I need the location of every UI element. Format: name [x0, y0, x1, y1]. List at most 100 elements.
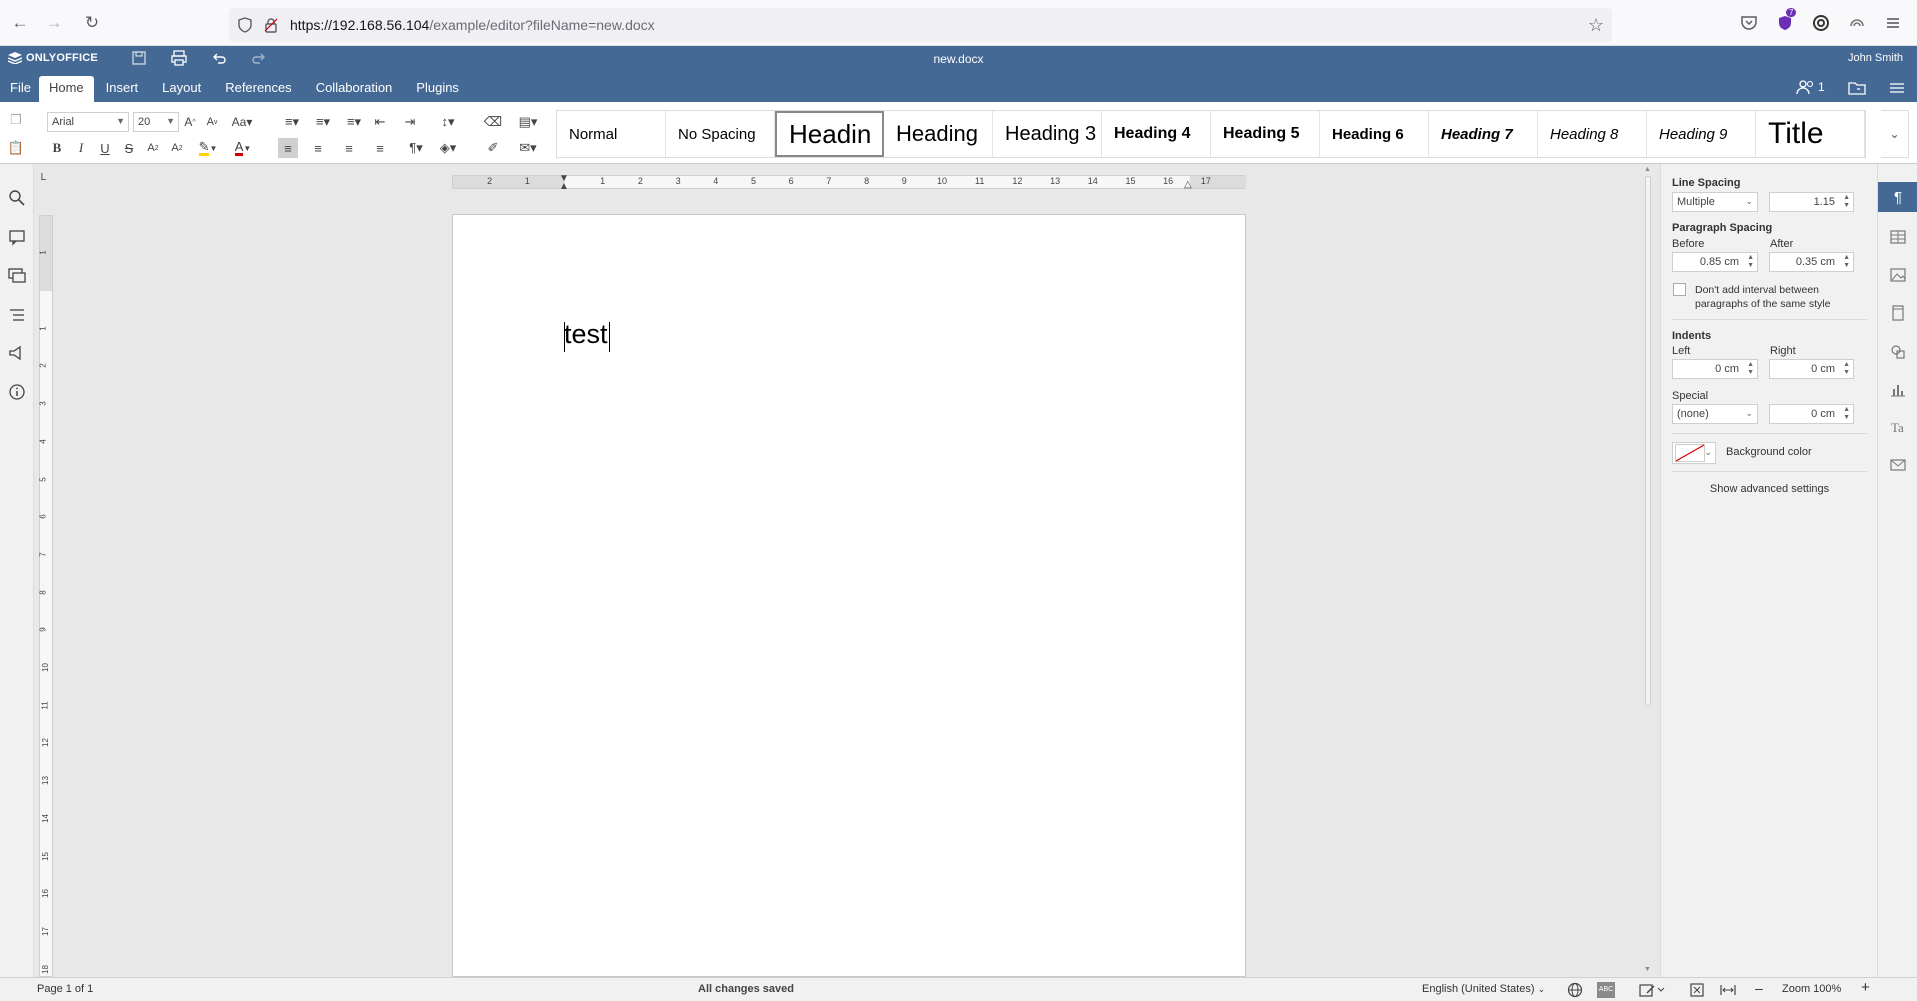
special-indent-by-input[interactable]: 0 cm ▲ ▼: [1769, 404, 1854, 424]
spinner-icon[interactable]: ▲ ▼: [1843, 406, 1850, 422]
navigation-icon[interactable]: [7, 305, 27, 325]
tab-file[interactable]: File: [0, 76, 39, 100]
zoom-level[interactable]: Zoom 100%: [1782, 983, 1841, 995]
text-art-settings-icon[interactable]: Ta: [1888, 417, 1908, 437]
horizontal-ruler[interactable]: 2 1 1 2 3 4 5 6 7 8 9 10 11 12 13 14 15 16 17 ▼ ▲ △: [452, 173, 1246, 192]
font-color-icon[interactable]: A ▼: [228, 138, 258, 158]
dont-add-interval-checkbox[interactable]: [1673, 283, 1686, 296]
bookmark-star-icon[interactable]: ☆: [1588, 15, 1604, 36]
show-advanced-settings-link[interactable]: Show advanced settings: [1672, 483, 1867, 495]
styles-expand-button[interactable]: ⌄: [1881, 110, 1909, 158]
extension-2-icon[interactable]: [1812, 14, 1830, 32]
chart-settings-icon[interactable]: [1888, 379, 1908, 399]
nonprinting-characters-icon[interactable]: ¶▾: [402, 138, 430, 158]
style-normal[interactable]: Normal: [557, 111, 666, 157]
feedback-icon[interactable]: [7, 343, 27, 363]
browser-menu-icon[interactable]: [1884, 14, 1902, 32]
language-select[interactable]: English (United States) ⌄: [1422, 983, 1545, 995]
style-heading-4[interactable]: Heading 4: [1102, 111, 1211, 157]
pocket-icon[interactable]: [1740, 14, 1758, 32]
mail-merge-settings-icon[interactable]: [1888, 455, 1908, 475]
superscript-icon[interactable]: A2: [143, 138, 163, 158]
special-indent-select[interactable]: (none) ⌄: [1672, 404, 1758, 424]
about-icon[interactable]: [7, 382, 27, 402]
decrease-font-icon[interactable]: Av: [202, 112, 222, 132]
back-icon[interactable]: ←: [10, 13, 30, 33]
page-info[interactable]: Page 1 of 1: [37, 983, 93, 995]
line-spacing-icon[interactable]: ↕▾: [434, 112, 462, 132]
paragraph-settings-tab[interactable]: ¶: [1878, 182, 1917, 212]
fit-page-icon[interactable]: [1688, 981, 1706, 999]
line-spacing-type-select[interactable]: Multiple ⌄: [1672, 192, 1758, 212]
decrease-indent-icon[interactable]: ⇤: [370, 112, 390, 132]
document-text[interactable]: test: [564, 319, 608, 349]
document-language-icon[interactable]: [1566, 981, 1584, 999]
style-heading-5[interactable]: Heading 5: [1211, 111, 1320, 157]
user-name[interactable]: John Smith: [1848, 52, 1903, 64]
style-heading-3[interactable]: Heading 3: [993, 111, 1102, 157]
spacing-after-input[interactable]: 0.35 cm ▲ ▼: [1769, 252, 1854, 272]
columns-icon[interactable]: ▤▾: [513, 112, 543, 132]
right-indent-marker[interactable]: △: [1184, 179, 1192, 190]
zoom-out-icon[interactable]: –: [1755, 980, 1763, 996]
style-heading-1[interactable]: Headin: [775, 111, 884, 157]
numbering-icon[interactable]: ≡▾: [309, 112, 337, 132]
zoom-in-icon[interactable]: +: [1861, 979, 1870, 996]
change-case-icon[interactable]: Aa▾: [228, 112, 256, 132]
mail-merge-icon[interactable]: ✉▾: [513, 138, 543, 158]
style-heading-2[interactable]: Heading: [884, 111, 993, 157]
style-heading-9[interactable]: Heading 9: [1647, 111, 1756, 157]
scroll-down-icon[interactable]: ▼: [1644, 966, 1651, 973]
tab-insert[interactable]: Insert: [94, 76, 151, 100]
style-heading-6[interactable]: Heading 6: [1320, 111, 1429, 157]
multilevel-list-icon[interactable]: ≡▾: [340, 112, 368, 132]
increase-font-icon[interactable]: A ^: [180, 112, 200, 132]
spinner-icon[interactable]: ▲ ▼: [1843, 254, 1850, 270]
open-location-icon[interactable]: [1848, 80, 1866, 96]
tab-plugins[interactable]: Plugins: [404, 76, 471, 100]
chat-icon[interactable]: [7, 266, 27, 286]
bullets-icon[interactable]: ≡▾: [278, 112, 306, 132]
reload-icon[interactable]: ↻: [82, 13, 102, 33]
style-no-spacing[interactable]: No Spacing: [666, 111, 775, 157]
view-settings-icon[interactable]: [1888, 80, 1906, 96]
tab-collaboration[interactable]: Collaboration: [304, 76, 405, 100]
left-indent-marker[interactable]: ▲: [559, 181, 569, 192]
address-bar[interactable]: https://192.168.56.104/example/editor?fi…: [229, 8, 1612, 42]
bold-icon[interactable]: B: [47, 138, 67, 158]
extension-3-icon[interactable]: [1848, 14, 1866, 32]
justify-icon[interactable]: ≡: [370, 138, 390, 158]
search-icon[interactable]: [7, 188, 27, 208]
lock-icon[interactable]: [263, 17, 279, 33]
spinner-icon[interactable]: ▲ ▼: [1843, 361, 1850, 377]
underline-icon[interactable]: U: [95, 138, 115, 158]
clear-style-icon[interactable]: ⌫: [483, 112, 503, 132]
copy-style-icon[interactable]: ✐: [483, 138, 503, 158]
spinner-icon[interactable]: ▲ ▼: [1747, 254, 1754, 270]
strikethrough-icon[interactable]: S: [119, 138, 139, 158]
tab-references[interactable]: References: [213, 76, 303, 100]
comments-icon[interactable]: [7, 227, 27, 247]
track-changes-icon[interactable]: [1638, 981, 1666, 999]
subscript-icon[interactable]: A2: [167, 138, 187, 158]
users-button[interactable]: 1: [1796, 79, 1825, 95]
shield-icon[interactable]: [237, 17, 253, 33]
extension-icon[interactable]: 7: [1776, 8, 1797, 32]
scroll-up-icon[interactable]: ▲: [1644, 166, 1651, 173]
line-spacing-value-input[interactable]: 1.15 ▲ ▼: [1769, 192, 1854, 212]
paste-icon[interactable]: 📋: [6, 138, 26, 158]
tab-layout[interactable]: Layout: [150, 76, 213, 100]
tab-home[interactable]: Home: [38, 76, 94, 102]
font-name-select[interactable]: Arial ▼: [47, 112, 129, 132]
document-page[interactable]: test: [452, 214, 1246, 977]
shading-icon[interactable]: ◈▾: [434, 138, 462, 158]
font-size-select[interactable]: 20 ▼: [133, 112, 179, 132]
spell-check-icon[interactable]: ABC: [1597, 982, 1615, 998]
spinner-icon[interactable]: ▲ ▼: [1843, 194, 1850, 210]
left-indent-input[interactable]: 0 cm ▲ ▼: [1672, 359, 1758, 379]
style-heading-7[interactable]: Heading 7: [1429, 111, 1538, 157]
fit-width-icon[interactable]: [1719, 981, 1737, 999]
right-indent-input[interactable]: 0 cm ▲ ▼: [1769, 359, 1854, 379]
style-title[interactable]: Title: [1756, 111, 1865, 157]
copy-icon[interactable]: ❐: [6, 110, 26, 130]
